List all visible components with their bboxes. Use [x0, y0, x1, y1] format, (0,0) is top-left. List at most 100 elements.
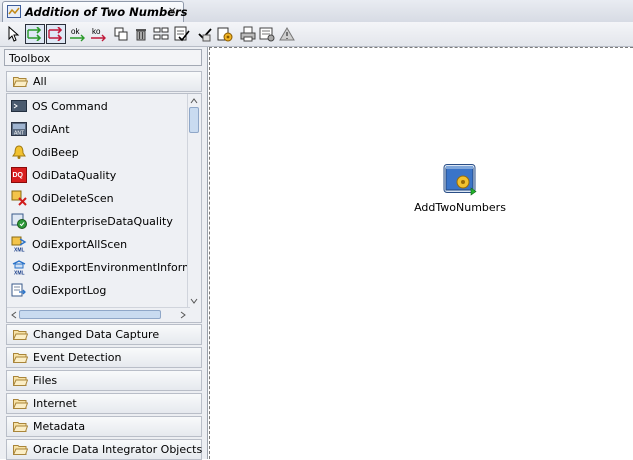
chevron-up-icon: [190, 98, 198, 104]
validate-icon: [174, 26, 190, 42]
toolbox-panel: Toolbox All OS Command ANT OdiAnt OdiBee…: [0, 47, 208, 460]
chevron-left-icon: [11, 311, 17, 319]
category-odi-objects[interactable]: Oracle Data Integrator Objects: [6, 439, 202, 460]
folder-open-icon: [13, 422, 28, 432]
category-label: Event Detection: [33, 351, 122, 364]
duplicate-icon: [114, 27, 128, 41]
ant-icon: ANT: [11, 122, 27, 137]
trash-icon: [136, 29, 146, 41]
enterprise-dq-icon: [11, 213, 27, 229]
category-label: Internet: [33, 397, 77, 410]
chevron-down-icon: [190, 298, 198, 304]
category-changed-data-capture[interactable]: Changed Data Capture: [6, 324, 202, 345]
delete-scenario-icon: [11, 190, 27, 206]
tool-item-label: OdiDataQuality: [32, 168, 117, 182]
warning-button[interactable]: [277, 24, 297, 44]
tool-item-odiexportenvironmentinformation[interactable]: XML OdiExportEnvironmentInformatic: [11, 258, 202, 276]
delete-button[interactable]: [131, 24, 151, 44]
green-arrow-icon: [27, 27, 42, 41]
category-label: All: [33, 75, 47, 88]
execute-button[interactable]: [215, 24, 235, 44]
xml-export-icon: XML: [11, 236, 27, 252]
gear-execute-icon: [217, 27, 233, 42]
chevron-right-icon: [180, 311, 186, 319]
select-tool-button[interactable]: [4, 24, 24, 44]
tool-item-label: OS Command: [32, 99, 108, 113]
folder-open-icon: [13, 77, 28, 87]
category-label: Files: [33, 374, 58, 387]
tool-item-odienterprisedataquality[interactable]: OdiEnterpriseDataQuality: [11, 212, 173, 230]
tool-item-odiexportallscen[interactable]: XML OdiExportAllScen: [11, 235, 127, 253]
scroll-thumb[interactable]: [189, 107, 199, 133]
step-node-addtwonumbers[interactable]: [443, 164, 477, 196]
properties-icon: [259, 27, 275, 42]
ok-link-button[interactable]: [25, 24, 45, 44]
editor-tab[interactable]: Addition of Two Numbers ×: [2, 1, 188, 22]
ko-label-icon: ko: [91, 27, 106, 42]
h-scroll-thumb[interactable]: [19, 310, 161, 319]
category-label: Oracle Data Integrator Objects: [33, 443, 203, 456]
print-icon: [240, 26, 256, 42]
tool-list-vertical-scrollbar[interactable]: [187, 94, 201, 308]
validate-button[interactable]: [172, 24, 192, 44]
ok-text: ok: [71, 27, 80, 36]
tool-item-odiexportlog[interactable]: OdiExportLog: [11, 281, 106, 299]
procedure-step-icon: [443, 164, 477, 196]
tool-item-label: OdiDeleteScen: [32, 191, 114, 205]
red-arrow-icon: [48, 27, 63, 41]
arrange-icon: [153, 27, 169, 40]
warning-icon: [279, 27, 295, 41]
arrange-button[interactable]: [151, 24, 171, 44]
arrow-cursor-icon: [8, 26, 20, 42]
tool-item-label: OdiExportEnvironmentInformatic: [32, 260, 202, 274]
tool-item-label: OdiExportLog: [32, 283, 107, 297]
diagram-canvas[interactable]: [209, 47, 633, 459]
step-label: AddTwoNumbers: [414, 201, 506, 214]
tab-title: Addition of Two Numbers: [25, 5, 188, 19]
editor-tab-bar: Addition of Two Numbers ×: [0, 0, 633, 23]
ok-label-icon: ok: [70, 27, 85, 42]
dataquality-icon: DQ: [11, 167, 27, 183]
svg-text:ANT: ANT: [14, 131, 24, 137]
tool-item-os-command[interactable]: OS Command: [11, 97, 108, 115]
package-icon: [7, 5, 21, 18]
tool-list[interactable]: OS Command ANT OdiAnt OdiBeep DQ OdiData…: [6, 93, 202, 323]
folder-open-icon: [13, 330, 28, 340]
ko-text: ko: [92, 27, 101, 36]
svg-text:XML: XML: [14, 271, 25, 276]
category-event-detection[interactable]: Event Detection: [6, 347, 202, 368]
print-button[interactable]: [238, 24, 258, 44]
ko-link-button[interactable]: [46, 24, 66, 44]
category-all[interactable]: All: [6, 71, 202, 92]
toolbox-header: Toolbox: [4, 49, 202, 66]
tool-item-odiant[interactable]: ANT OdiAnt: [11, 120, 70, 138]
tool-item-label: OdiAnt: [32, 122, 70, 136]
tool-item-odibeep[interactable]: OdiBeep: [11, 143, 79, 161]
diagram-toolbar: ok ko: [0, 22, 633, 47]
tool-item-label: OdiEnterpriseDataQuality: [32, 214, 173, 228]
category-files[interactable]: Files: [6, 370, 202, 391]
check-button[interactable]: [195, 24, 215, 44]
bell-icon: [12, 145, 26, 159]
category-internet[interactable]: Internet: [6, 393, 202, 414]
svg-text:XML: XML: [14, 248, 25, 253]
tool-list-horizontal-scrollbar[interactable]: [7, 307, 190, 322]
folder-open-icon: [13, 376, 28, 386]
ko-label-button[interactable]: ko: [89, 24, 109, 44]
category-label: Changed Data Capture: [33, 328, 160, 341]
ok-label-button[interactable]: ok: [68, 24, 88, 44]
category-metadata[interactable]: Metadata: [6, 416, 202, 437]
properties-button[interactable]: [257, 24, 277, 44]
check-icon: [198, 28, 212, 42]
category-label: Metadata: [33, 420, 86, 433]
close-icon[interactable]: ×: [168, 4, 177, 17]
xml-export-icon: XML: [12, 260, 26, 276]
export-log-icon: [11, 283, 26, 297]
tool-item-odidataquality[interactable]: DQ OdiDataQuality: [11, 166, 116, 184]
folder-open-icon: [13, 445, 28, 455]
tool-item-label: OdiExportAllScen: [32, 237, 128, 251]
folder-open-icon: [13, 399, 28, 409]
duplicate-button[interactable]: [111, 24, 131, 44]
tool-item-label: OdiBeep: [32, 145, 79, 159]
tool-item-odideletescen[interactable]: OdiDeleteScen: [11, 189, 114, 207]
